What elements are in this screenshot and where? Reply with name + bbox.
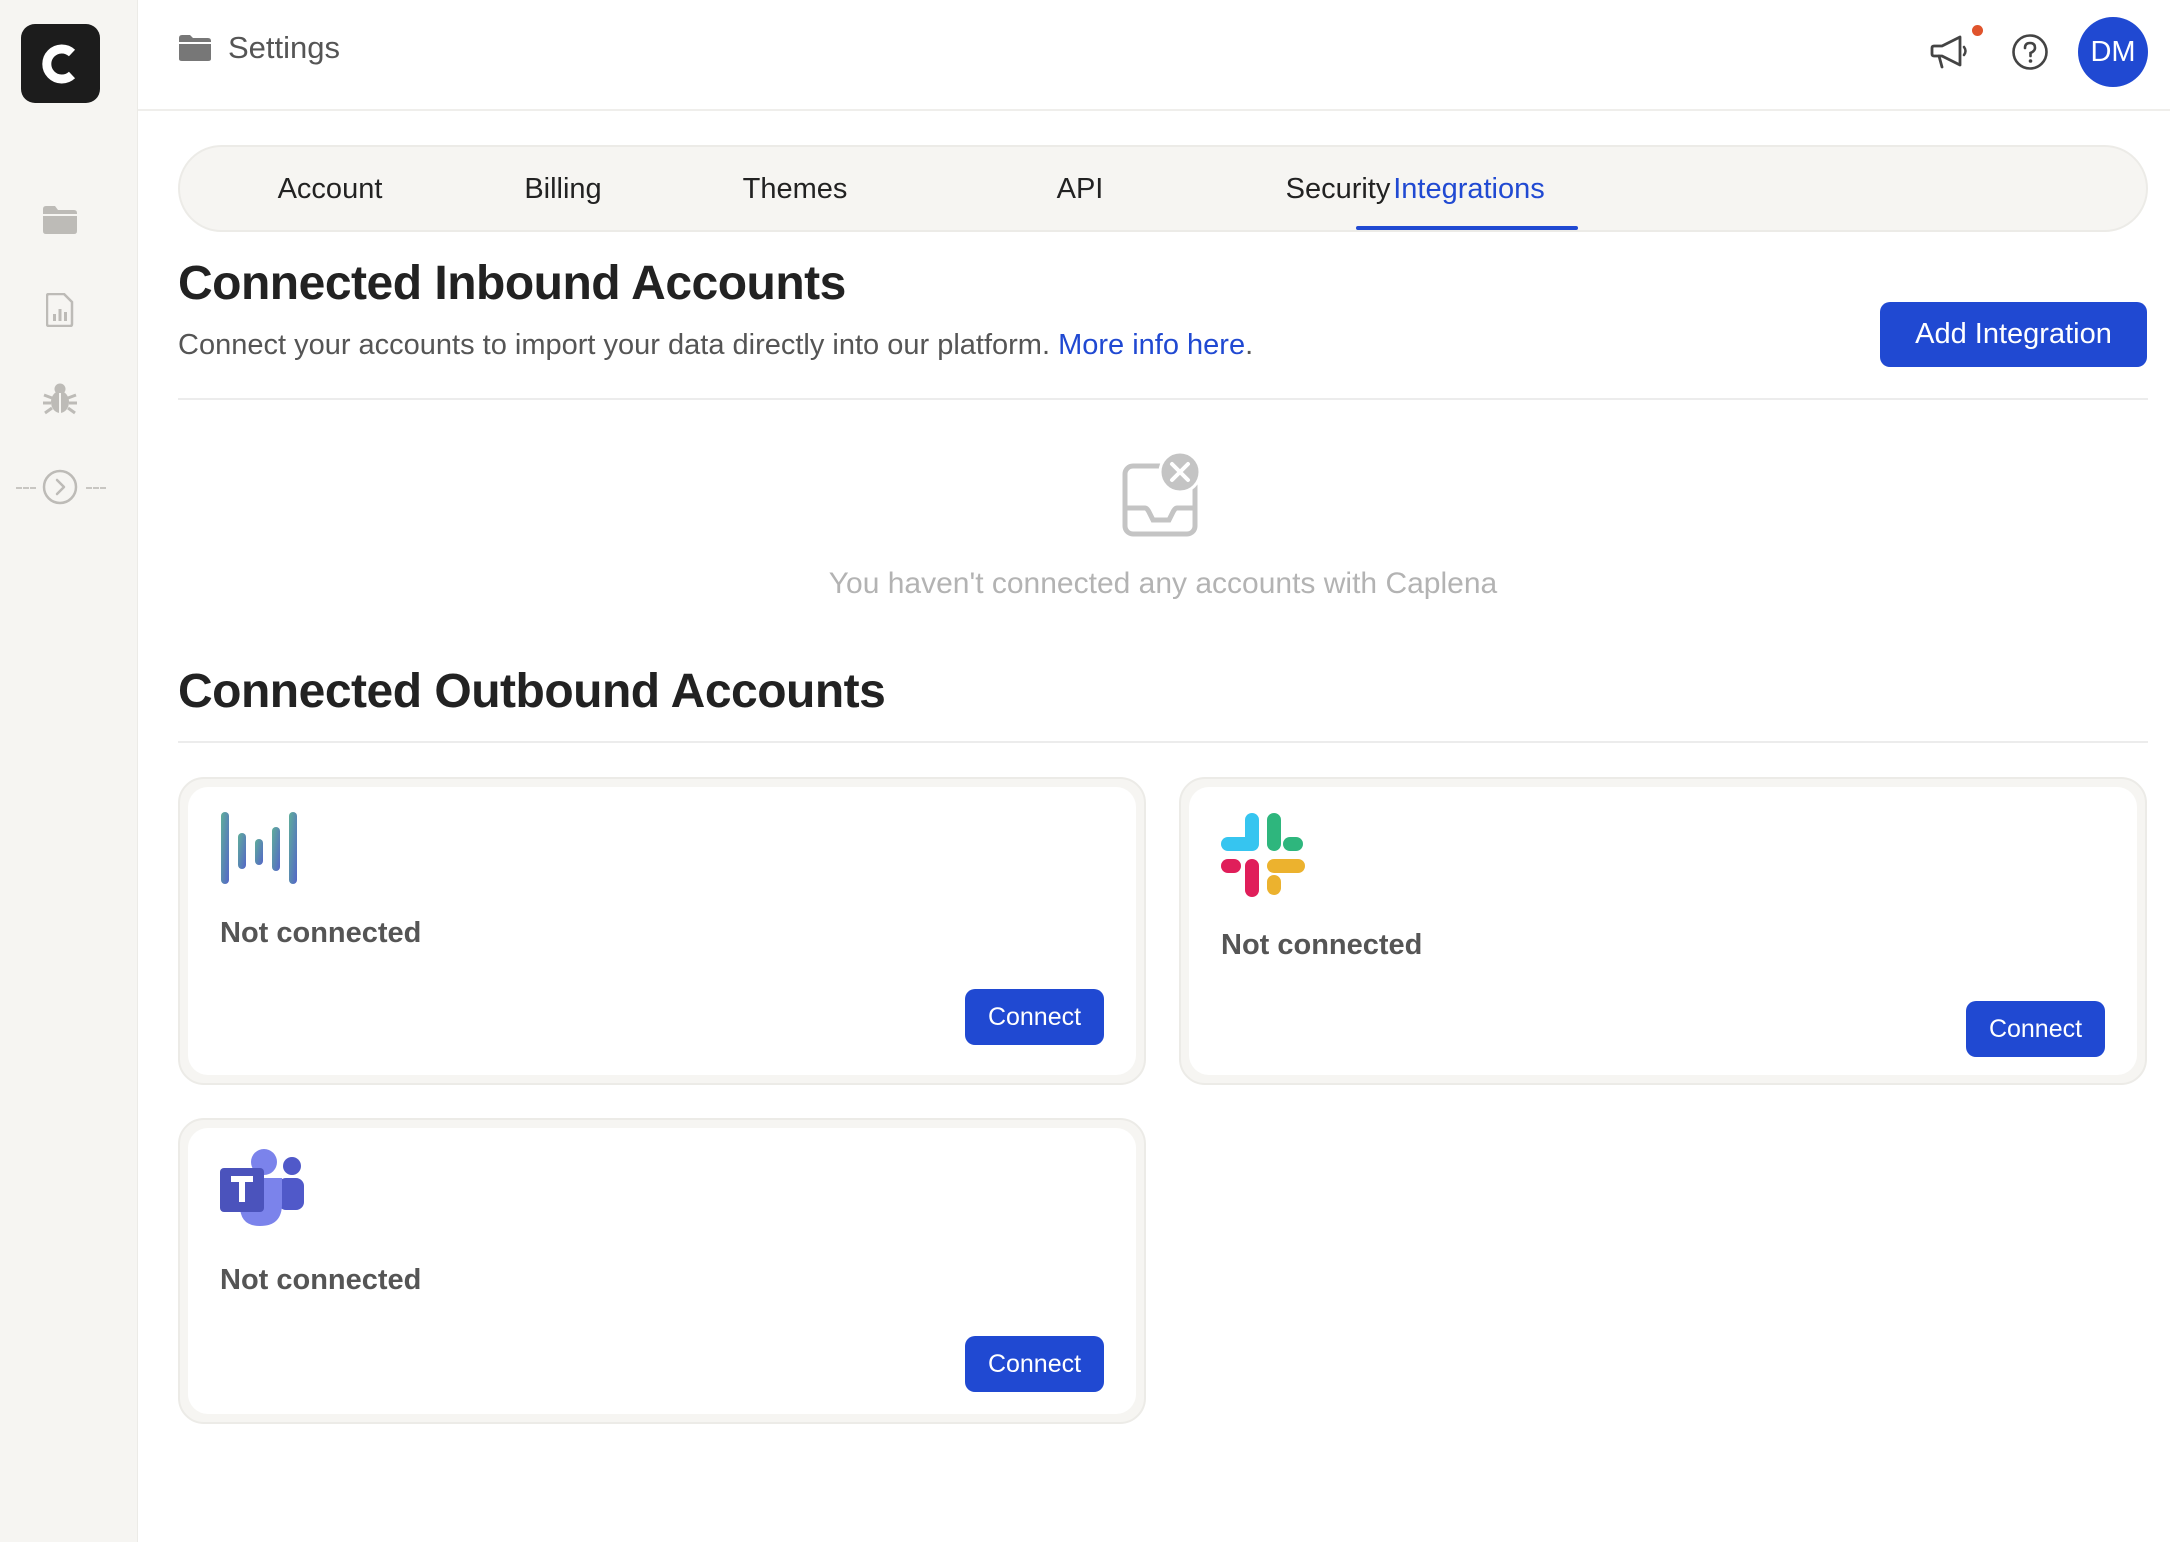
tab-account[interactable]: Account — [230, 147, 430, 232]
sidebar-item-reports[interactable] — [38, 288, 82, 332]
inbound-divider — [178, 398, 2148, 400]
logo-c-icon — [41, 44, 75, 83]
sidebar-divider-left — [16, 487, 36, 489]
integration-card-teams: Not connected Connect — [178, 1118, 1146, 1424]
tab-themes[interactable]: Themes — [695, 147, 895, 232]
sidebar — [0, 0, 138, 1542]
connection-status: Not connected — [1221, 929, 1423, 961]
connect-button[interactable]: Connect — [965, 989, 1104, 1045]
teams-icon — [220, 1149, 304, 1226]
add-integration-button[interactable]: Add Integration — [1880, 302, 2147, 367]
connect-button[interactable]: Connect — [1966, 1001, 2105, 1057]
card-body: Not connected Connect — [1189, 787, 2137, 1075]
inbound-section-title: Connected Inbound Accounts — [178, 257, 846, 310]
tab-api[interactable]: API — [1030, 147, 1130, 232]
outbound-section-title: Connected Outbound Accounts — [178, 665, 886, 718]
expand-icon — [42, 469, 78, 505]
connection-status: Not connected — [220, 917, 422, 949]
inbound-description: Connect your accounts to import your dat… — [178, 329, 1253, 362]
sidebar-item-projects[interactable] — [38, 198, 82, 242]
card-body: Not connected Connect — [188, 787, 1136, 1075]
description-suffix: . — [1245, 329, 1254, 361]
intercom-icon — [221, 812, 297, 884]
announcements-button[interactable] — [1924, 26, 1976, 78]
integration-card-slack: Not connected Connect — [1179, 777, 2147, 1085]
avatar[interactable]: DM — [2078, 17, 2148, 87]
bug-icon — [43, 383, 77, 415]
tab-billing[interactable]: Billing — [463, 147, 663, 232]
tab-integrations[interactable]: Integrations — [1358, 147, 1580, 232]
sidebar-expand-button[interactable] — [38, 465, 82, 509]
top-bar: Settings — [138, 0, 2170, 111]
report-icon — [46, 293, 74, 327]
inbound-description-text: Connect your accounts to import your dat… — [178, 329, 1051, 361]
connect-button[interactable]: Connect — [965, 1336, 1104, 1392]
empty-inbox-icon — [1122, 450, 1202, 537]
outbound-divider — [178, 741, 2148, 743]
integration-card-intercom: Not connected Connect — [178, 777, 1146, 1085]
sidebar-divider-right — [86, 487, 106, 489]
settings-tabs: Account Billing Themes API Security Inte… — [178, 145, 2148, 232]
help-icon — [2012, 34, 2048, 70]
notification-dot — [1972, 25, 1983, 36]
empty-state-text: You haven't connected any accounts with … — [828, 567, 1498, 600]
slack-icon — [1221, 813, 1305, 897]
help-button[interactable] — [2004, 26, 2056, 78]
sidebar-item-debug[interactable] — [38, 377, 82, 421]
active-tab-indicator — [1356, 226, 1578, 230]
folder-icon — [43, 206, 77, 234]
caplena-logo[interactable] — [21, 24, 100, 103]
card-body: Not connected Connect — [188, 1128, 1136, 1414]
connection-status: Not connected — [220, 1264, 422, 1296]
folder-icon — [179, 35, 211, 61]
breadcrumb[interactable]: Settings — [178, 30, 340, 66]
megaphone-icon — [1930, 35, 1967, 69]
breadcrumb-label: Settings — [228, 30, 341, 65]
more-info-link[interactable]: More info here — [1058, 329, 1245, 361]
